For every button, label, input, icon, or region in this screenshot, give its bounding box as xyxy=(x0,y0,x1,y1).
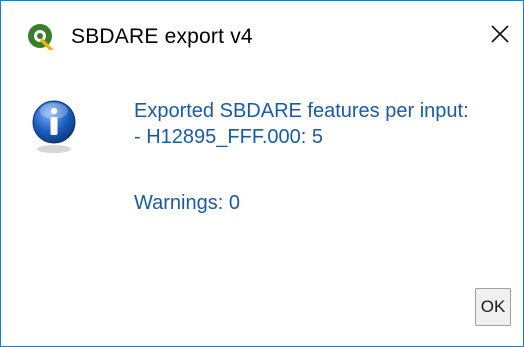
title-bar[interactable]: SBDARE export v4 xyxy=(1,1,523,61)
ok-button[interactable]: OK xyxy=(475,288,511,326)
message-line-1: Exported SBDARE features per input: xyxy=(134,100,469,122)
window-title: SBDARE export v4 xyxy=(71,25,253,48)
qgis-icon xyxy=(25,21,57,53)
message-line-2: - H12895_FFF.000: 5 xyxy=(134,126,323,148)
message-dialog: SBDARE export v4 Exported SBDARE feature… xyxy=(0,0,524,347)
close-icon xyxy=(491,25,509,43)
close-button[interactable] xyxy=(485,19,515,49)
warnings-text: Warnings: 0 xyxy=(134,192,240,214)
message-text: Exported SBDARE features per input: - H1… xyxy=(134,98,469,150)
info-icon xyxy=(31,98,77,156)
